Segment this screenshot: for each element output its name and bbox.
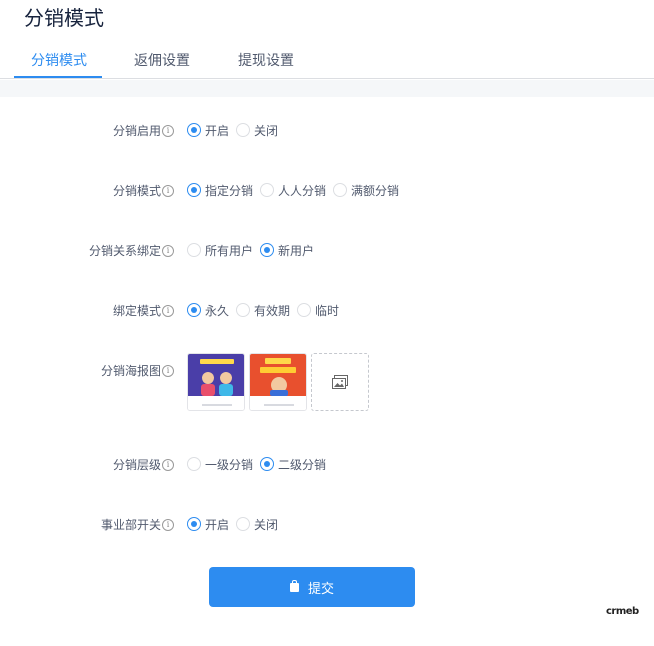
level-radio-group: 一级分销 二级分销 bbox=[187, 454, 333, 474]
info-icon[interactable]: i bbox=[162, 124, 174, 137]
binding-all-users-radio[interactable]: 所有用户 bbox=[187, 242, 253, 259]
radio-dot[interactable] bbox=[333, 183, 348, 197]
division-radio-group: 开启 关闭 bbox=[187, 514, 285, 534]
poster-thumbnail[interactable] bbox=[249, 353, 307, 411]
mode-threshold-radio[interactable]: 满额分销 bbox=[333, 182, 399, 199]
info-icon[interactable]: i bbox=[162, 458, 174, 471]
radio-dot[interactable] bbox=[236, 123, 251, 137]
mode-designated-radio[interactable]: 指定分销 bbox=[187, 182, 253, 199]
poster-image bbox=[188, 354, 244, 410]
radio-dot[interactable] bbox=[260, 457, 275, 471]
binding-new-users-radio[interactable]: 新用户 bbox=[260, 242, 314, 259]
radio-dot[interactable] bbox=[260, 243, 275, 257]
content-separator-band bbox=[0, 80, 654, 97]
info-icon[interactable]: i bbox=[162, 184, 174, 197]
submit-button[interactable]: 提交 bbox=[209, 567, 415, 607]
binding-radio-group: 所有用户 新用户 bbox=[187, 240, 321, 260]
level-two-radio[interactable]: 二级分销 bbox=[260, 456, 326, 473]
crmeb-logo: crmeb bbox=[606, 606, 639, 617]
poster-list bbox=[187, 353, 369, 411]
radio-dot[interactable] bbox=[187, 517, 201, 531]
poster-image bbox=[250, 354, 306, 410]
radio-dot[interactable] bbox=[187, 243, 201, 257]
radio-dot[interactable] bbox=[297, 303, 312, 317]
row-mode: 分销模式 i 指定分销 人人分销 满额分销 bbox=[0, 180, 654, 200]
division-label: 事业部开关 i bbox=[101, 516, 174, 533]
upload-image-button[interactable] bbox=[311, 353, 369, 411]
row-bind-mode: 绑定模式 i 永久 有效期 临时 bbox=[0, 300, 654, 320]
poster-label: 分销海报图 i bbox=[101, 362, 174, 379]
mode-label: 分销模式 i bbox=[113, 182, 174, 199]
level-label: 分销层级 i bbox=[113, 456, 174, 473]
page-title: 分销模式 bbox=[24, 8, 104, 30]
row-binding: 分销关系绑定 i 所有用户 新用户 bbox=[0, 240, 654, 260]
poster-thumbnail[interactable] bbox=[187, 353, 245, 411]
enable-on-radio[interactable]: 开启 bbox=[187, 122, 229, 139]
enable-off-radio[interactable]: 关闭 bbox=[236, 122, 278, 139]
radio-dot[interactable] bbox=[187, 183, 201, 197]
radio-dot[interactable] bbox=[236, 303, 251, 317]
tab-active-indicator bbox=[14, 76, 102, 78]
tab-distribution-mode[interactable]: 分销模式 bbox=[31, 50, 87, 79]
tab-withdraw-settings[interactable]: 提现设置 bbox=[238, 50, 294, 79]
radio-dot[interactable] bbox=[187, 457, 201, 471]
radio-dot[interactable] bbox=[260, 183, 275, 197]
division-off-radio[interactable]: 关闭 bbox=[236, 516, 278, 533]
division-on-radio[interactable]: 开启 bbox=[187, 516, 229, 533]
row-level: 分销层级 i 一级分销 二级分销 bbox=[0, 454, 654, 474]
image-upload-icon bbox=[332, 375, 348, 389]
bind-mode-radio-group: 永久 有效期 临时 bbox=[187, 300, 346, 320]
info-icon[interactable]: i bbox=[162, 364, 174, 377]
enable-label: 分销启用 i bbox=[113, 122, 174, 139]
level-one-radio[interactable]: 一级分销 bbox=[187, 456, 253, 473]
bind-permanent-radio[interactable]: 永久 bbox=[187, 302, 229, 319]
mode-radio-group: 指定分销 人人分销 满额分销 bbox=[187, 180, 406, 200]
tab-bar: 分销模式 返佣设置 提现设置 bbox=[0, 50, 654, 79]
radio-dot[interactable] bbox=[187, 303, 201, 317]
enable-radio-group: 开启 关闭 bbox=[187, 120, 285, 140]
bind-mode-label: 绑定模式 i bbox=[113, 302, 174, 319]
radio-dot[interactable] bbox=[187, 123, 201, 137]
mode-everyone-radio[interactable]: 人人分销 bbox=[260, 182, 326, 199]
row-division: 事业部开关 i 开启 关闭 bbox=[0, 514, 654, 534]
radio-dot[interactable] bbox=[236, 517, 251, 531]
info-icon[interactable]: i bbox=[162, 304, 174, 317]
binding-label: 分销关系绑定 i bbox=[89, 242, 174, 259]
tab-commission-settings[interactable]: 返佣设置 bbox=[134, 50, 190, 79]
bag-icon bbox=[289, 579, 299, 592]
row-enable: 分销启用 i 开启 关闭 bbox=[0, 120, 654, 140]
bind-validity-radio[interactable]: 有效期 bbox=[236, 302, 290, 319]
info-icon[interactable]: i bbox=[162, 244, 174, 257]
info-icon[interactable]: i bbox=[162, 518, 174, 531]
bind-temporary-radio[interactable]: 临时 bbox=[297, 302, 339, 319]
